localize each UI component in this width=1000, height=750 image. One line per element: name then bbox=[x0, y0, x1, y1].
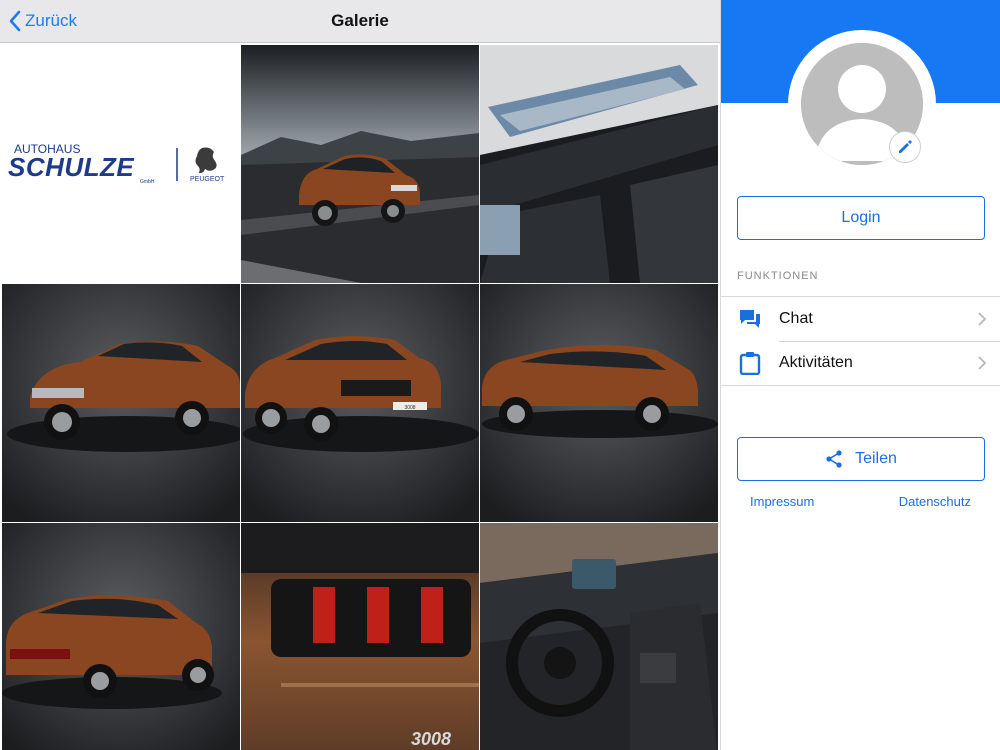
car-front-photo: 3008 bbox=[241, 284, 479, 522]
cockpit-photo bbox=[480, 523, 718, 750]
list-item-aktivitaeten[interactable]: Aktivitäten bbox=[721, 341, 1000, 385]
gallery-tile-sunroof[interactable] bbox=[480, 45, 718, 283]
share-icon bbox=[826, 450, 842, 468]
gallery-tile-front[interactable]: 3008 bbox=[241, 284, 479, 522]
section-label: FUNKTIONEN bbox=[737, 270, 819, 282]
gallery-tile-rear[interactable] bbox=[2, 523, 240, 750]
taillight-photo: 3008 bbox=[241, 523, 479, 750]
dealer-logo-image: AUTOHAUS SCHULZE GmbH PEUGEOT bbox=[2, 45, 240, 283]
gallery-tile-road[interactable] bbox=[241, 45, 479, 283]
datenschutz-link[interactable]: Datenschutz bbox=[899, 494, 971, 509]
login-button[interactable]: Login bbox=[737, 196, 985, 240]
profile-panel: Login FUNKTIONEN Chat Aktivitäten Teilen… bbox=[720, 0, 1000, 750]
chat-label: Chat bbox=[779, 310, 813, 327]
model-badge: 3008 bbox=[411, 729, 451, 749]
chat-icon bbox=[737, 306, 763, 332]
impressum-link[interactable]: Impressum bbox=[750, 494, 814, 509]
logo-name: SCHULZE bbox=[8, 152, 134, 182]
aktivitaeten-label: Aktivitäten bbox=[779, 354, 853, 371]
sunroof-photo bbox=[480, 45, 718, 283]
car-side-photo bbox=[480, 284, 718, 522]
gallery-tile-logo[interactable]: AUTOHAUS SCHULZE GmbH PEUGEOT bbox=[2, 45, 240, 283]
app-screen: Zurück Galerie AUTOHAUS SCHULZE GmbH PEU… bbox=[0, 0, 1000, 750]
navigation-bar: Zurück Galerie bbox=[0, 0, 720, 43]
list-item-chat[interactable]: Chat bbox=[721, 297, 1000, 341]
chevron-right-icon bbox=[978, 356, 987, 370]
logo-suffix: GmbH bbox=[140, 179, 155, 185]
plate-text: 3008 bbox=[404, 405, 415, 411]
gallery-view: Zurück Galerie AUTOHAUS SCHULZE GmbH PEU… bbox=[0, 0, 720, 750]
gallery-tile-cockpit[interactable] bbox=[480, 523, 718, 750]
gallery-tile-side[interactable] bbox=[480, 284, 718, 522]
logo-brand: PEUGEOT bbox=[190, 176, 225, 183]
login-label: Login bbox=[841, 209, 881, 226]
gallery-tile-taillight[interactable]: 3008 bbox=[241, 523, 479, 750]
share-label: Teilen bbox=[855, 450, 897, 467]
edit-avatar-button[interactable] bbox=[889, 131, 921, 163]
photo-grid: AUTOHAUS SCHULZE GmbH PEUGEOT 3008 3008 bbox=[0, 44, 720, 750]
chevron-right-icon bbox=[978, 312, 987, 326]
car-front-left-photo bbox=[2, 284, 240, 522]
share-button[interactable]: Teilen bbox=[737, 437, 985, 481]
gallery-tile-front-left[interactable] bbox=[2, 284, 240, 522]
car-road-photo bbox=[241, 45, 479, 283]
clipboard-icon bbox=[737, 350, 763, 376]
car-rear-photo bbox=[2, 523, 240, 750]
functions-list: Chat Aktivitäten bbox=[721, 296, 1000, 386]
pencil-icon bbox=[899, 140, 912, 153]
page-title: Galerie bbox=[331, 11, 389, 30]
